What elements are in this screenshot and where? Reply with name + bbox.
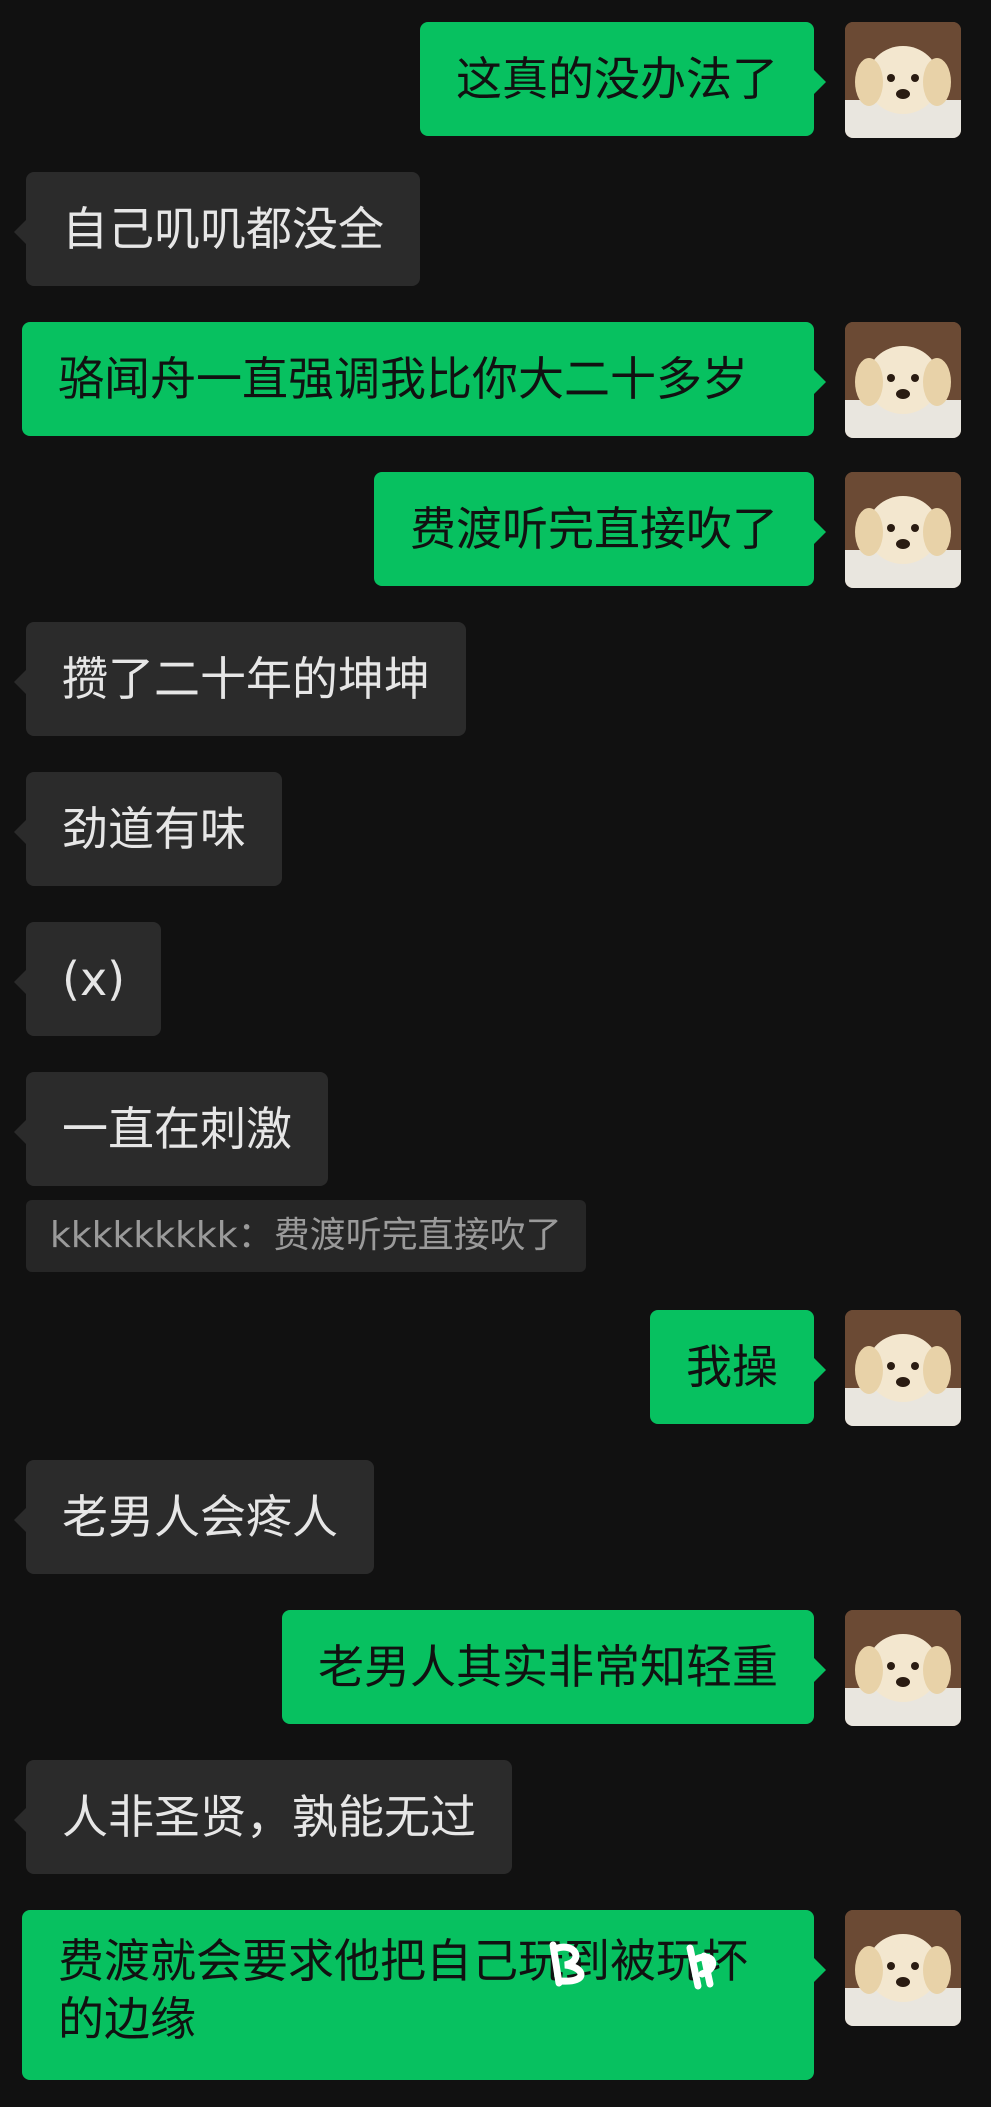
redaction-scribble-icon (549, 1941, 585, 1987)
message-bubble-outgoing[interactable]: 老男人其实非常知轻重 (282, 1610, 826, 1724)
message-text: 我操 (686, 1340, 778, 1394)
message-text: 自己叽叽都没全 (62, 202, 384, 256)
message-text: 人非圣贤，孰能无过 (62, 1790, 476, 1844)
message-text: 费渡听完直接吹了 (410, 502, 778, 556)
puppy-avatar-icon[interactable] (845, 1910, 961, 2026)
message-text: 攒了二十年的坤坤 (62, 652, 430, 706)
puppy-avatar-icon[interactable] (845, 1610, 961, 1726)
message-text: 老男人会疼人 (62, 1490, 338, 1544)
message-text: (x) (62, 952, 126, 1006)
message-bubble-incoming[interactable]: 老男人会疼人 (14, 1460, 374, 1574)
message-bubble-incoming[interactable]: (x) (13, 922, 162, 1036)
message-bubble-incoming[interactable]: 攒了二十年的坤坤 (14, 622, 466, 736)
quote-text: 费渡听完直接吹了 (273, 1215, 562, 1256)
message-bubble-incoming[interactable]: 劲道有味 (14, 772, 282, 886)
message-text: 老男人其实非常知轻重 (318, 1640, 778, 1694)
puppy-avatar-icon[interactable] (845, 1310, 961, 1426)
redaction-scribble-icon (686, 1944, 717, 1990)
message-bubble-outgoing[interactable]: 费渡就会要求他把自己玩到被玩坏的边缘 (22, 1910, 826, 2080)
puppy-avatar-icon[interactable] (845, 472, 961, 588)
message-bubble-outgoing[interactable]: 骆闻舟一直强调我比你大二十多岁 (22, 322, 826, 436)
message-text: 这真的没办法了 (456, 52, 778, 106)
message-text: 一直在刺激 (62, 1102, 292, 1156)
message-bubble-outgoing[interactable]: 我操 (650, 1310, 826, 1424)
quote-sender: kkkkkkkkk (50, 1215, 238, 1256)
quoted-message[interactable]: kkkkkkkkk：费渡听完直接吹了 (26, 1200, 586, 1272)
message-bubble-outgoing[interactable]: 这真的没办法了 (420, 22, 826, 136)
message-text: 费渡就会要求他把自己玩到被玩坏的边缘 (58, 1934, 748, 2046)
quote-separator: ： (237, 1215, 274, 1256)
puppy-avatar-icon[interactable] (845, 22, 961, 138)
message-bubble-incoming[interactable]: 人非圣贤，孰能无过 (14, 1760, 512, 1874)
puppy-avatar-icon[interactable] (845, 322, 961, 438)
message-bubble-outgoing[interactable]: 费渡听完直接吹了 (374, 472, 826, 586)
message-bubble-incoming[interactable]: 一直在刺激 (14, 1072, 328, 1186)
message-bubble-incoming[interactable]: 自己叽叽都没全 (14, 172, 420, 286)
chat-message-list: 这真的没办法了 自己叽叽都没全 骆闻舟一直强调我比你大二十多岁 费渡听完直接吹了… (0, 0, 991, 2107)
message-text: 骆闻舟一直强调我比你大二十多岁 (58, 352, 748, 406)
message-text: 劲道有味 (62, 802, 246, 856)
